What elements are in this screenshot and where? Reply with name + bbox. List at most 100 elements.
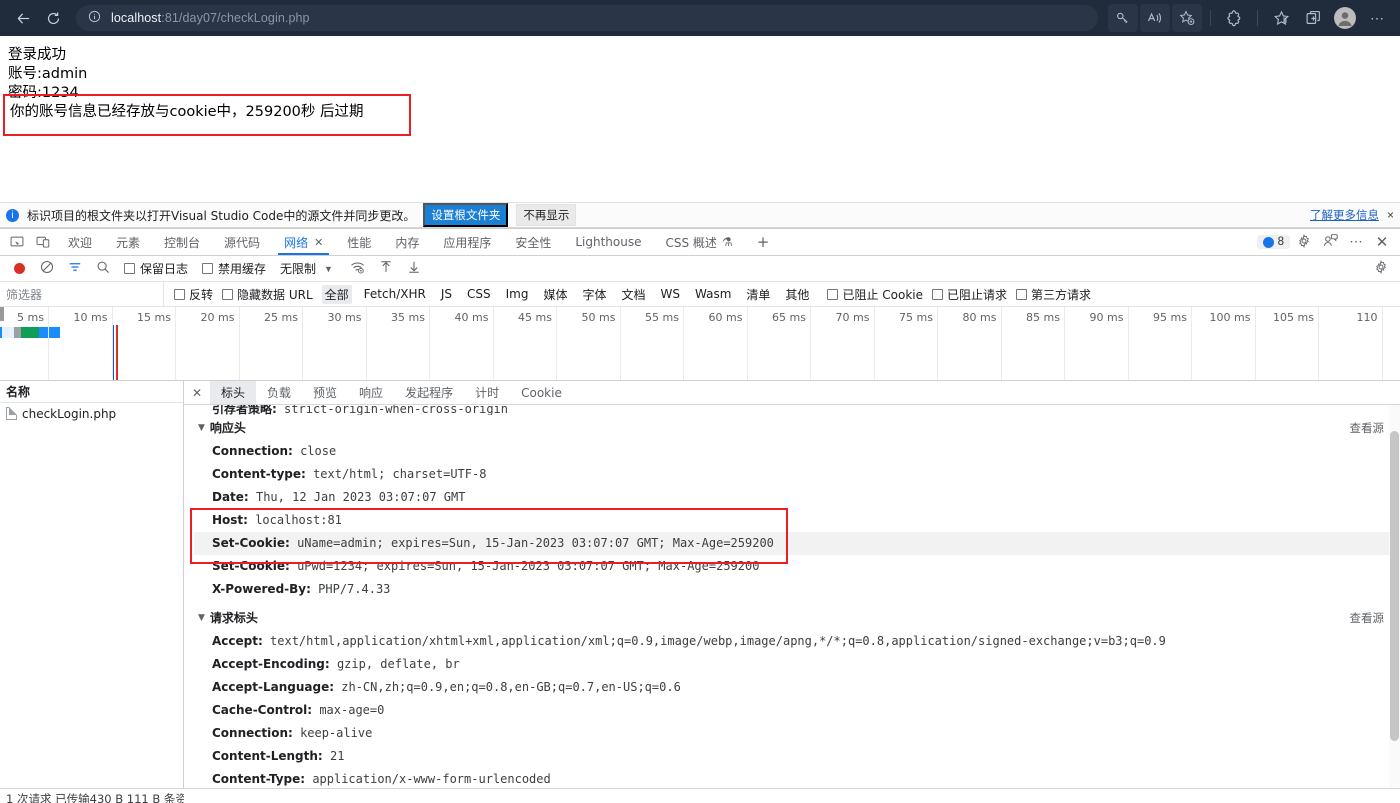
chevron-down-icon[interactable]: ▼ [324,264,333,274]
network-conditions-icon[interactable] [345,260,371,278]
overview-tick-label: 105 ms [1273,311,1314,324]
view-source-link[interactable]: 查看源 [1350,610,1385,626]
detail-tab-initiator[interactable]: 发起程序 [394,381,464,404]
scrollbar-thumb[interactable] [1390,431,1399,741]
split-screen-icon[interactable] [1298,4,1328,32]
close-devtools-icon[interactable]: ✕ [1370,233,1394,251]
dont-show-again-button[interactable]: 不再显示 [516,204,577,226]
request-headers-section[interactable]: ▼ 请求标头 查看源 [194,605,1400,630]
overview-tick [937,307,938,380]
profile-avatar[interactable] [1334,7,1356,29]
add-panel-button[interactable]: + [745,229,782,255]
learn-more-link[interactable]: 了解更多信息 [1310,207,1379,223]
inspect-element-icon[interactable] [4,229,30,255]
add-favorite-icon[interactable] [1172,4,1202,32]
network-overview-timeline[interactable]: 5 ms 10 ms 15 ms 20 ms 25 ms 30 ms 35 ms 40 ms 4… [0,307,1400,381]
hide-data-urls-checkbox[interactable]: 隐藏数据 URL [222,286,313,303]
tab-performance[interactable]: 性能 [335,229,383,255]
header-value: Thu, 12 Jan 2023 03:07:07 GMT [255,490,466,504]
overview-left-handle[interactable] [0,307,4,321]
detail-tab-preview[interactable]: 预览 [302,381,348,404]
reload-icon [47,12,59,24]
filter-type-media[interactable]: 媒体 [540,285,570,304]
address-bar[interactable]: localhost:81/day07/checkLogin.php [76,5,1098,31]
filter-type-doc[interactable]: 文档 [619,285,649,304]
tab-console[interactable]: 控制台 [152,229,212,255]
detail-tab-response[interactable]: 响应 [348,381,394,404]
tab-close-icon[interactable]: ✕ [314,236,323,249]
blocked-requests-checkbox[interactable]: 已阻止请求 [931,286,1007,303]
overview-tick [48,307,49,380]
header-name: Accept-Encoding: [212,657,330,671]
read-aloud-icon[interactable] [1140,4,1170,32]
url-path: :81/day07/checkLogin.php [161,11,310,25]
table-row[interactable]: checkLogin.php [0,403,183,424]
blocked-cookies-checkbox[interactable]: 已阻止 Cookie [827,286,923,303]
issues-badge[interactable]: 8 [1256,235,1290,249]
tab-application[interactable]: 应用程序 [431,229,503,255]
device-toolbar-icon[interactable] [30,229,56,255]
network-settings-icon[interactable] [1368,260,1394,277]
header-row: X-Powered-By: PHP/7.4.33 [194,578,1400,601]
add-panel-icon: + [756,233,770,251]
filter-type-img[interactable]: Img [503,286,532,302]
export-har-icon[interactable] [401,260,427,277]
back-button[interactable] [8,4,38,32]
filter-type-other[interactable]: 其他 [782,285,812,304]
overview-tick [873,307,875,380]
tab-sources[interactable]: 源代码 [212,229,272,255]
preserve-log-checkbox[interactable]: 保留日志 [124,260,188,277]
reload-button[interactable] [38,4,68,32]
detail-scrollbar[interactable] [1389,405,1400,788]
clear-button[interactable] [34,260,60,277]
detail-tab-label: 标头 [221,386,246,400]
overview-tick [302,307,303,380]
view-source-link[interactable]: 查看源 [1350,420,1385,436]
overview-tick-label: 80 ms [962,311,997,324]
tab-elements[interactable]: 元素 [104,229,152,255]
set-root-folder-button[interactable]: 设置根文件夹 [423,203,509,227]
detail-tab-timing[interactable]: 计时 [464,381,510,404]
invert-checkbox[interactable]: 反转 [174,286,213,303]
password-key-icon[interactable] [1108,4,1138,32]
response-headers-section[interactable]: ▼ 响应头 查看源 [194,415,1400,440]
header-name: Content-type: [212,467,306,481]
search-icon[interactable] [90,260,116,277]
disable-cache-checkbox[interactable]: 禁用缓存 [202,260,266,277]
filter-type-css[interactable]: CSS [464,286,494,302]
third-party-checkbox[interactable]: 第三方请求 [1016,286,1091,303]
site-info-icon[interactable] [88,10,101,26]
infobar-close-icon[interactable]: × [1387,208,1394,222]
detail-tab-headers[interactable]: 标头 [210,381,257,404]
record-button[interactable] [6,263,32,274]
import-har-icon[interactable] [373,260,399,277]
tab-css-overview[interactable]: CSS 概述 ⚗ [654,229,745,255]
back-arrow-icon [17,12,29,24]
throttling-select[interactable]: 无限制 [280,260,316,277]
tab-network[interactable]: 网络 ✕ [272,229,335,255]
collections-icon[interactable] [1266,4,1296,32]
tab-memory[interactable]: 内存 [383,229,431,255]
extensions-icon[interactable] [1219,4,1249,32]
more-options-icon[interactable]: ⋯ [1344,234,1368,250]
settings-more-icon[interactable]: ⋯ [1362,4,1392,32]
settings-gear-icon[interactable] [1292,233,1316,251]
filter-toggle-icon[interactable] [62,260,88,277]
filter-input[interactable]: 筛选器 [0,282,164,306]
feedback-icon[interactable] [1318,233,1342,251]
filter-type-js[interactable]: JS [438,286,455,302]
filter-type-manifest[interactable]: 清单 [743,285,773,304]
filter-type-ws[interactable]: WS [658,286,683,302]
tab-security[interactable]: 安全性 [503,229,563,255]
tab-welcome[interactable]: 欢迎 [56,229,104,255]
overview-tick-label: 40 ms [454,311,489,324]
filter-type-fetch-xhr[interactable]: Fetch/XHR [361,286,429,302]
detail-tab-cookie[interactable]: Cookie [510,381,573,404]
filter-type-wasm[interactable]: Wasm [692,286,734,302]
detail-tab-label: Cookie [521,385,562,400]
filter-type-all[interactable]: 全部 [321,284,352,304]
close-detail-icon[interactable]: ✕ [184,381,210,404]
detail-tab-payload[interactable]: 负载 [256,381,302,404]
filter-type-font[interactable]: 字体 [579,285,609,304]
tab-lighthouse[interactable]: Lighthouse [563,229,653,255]
